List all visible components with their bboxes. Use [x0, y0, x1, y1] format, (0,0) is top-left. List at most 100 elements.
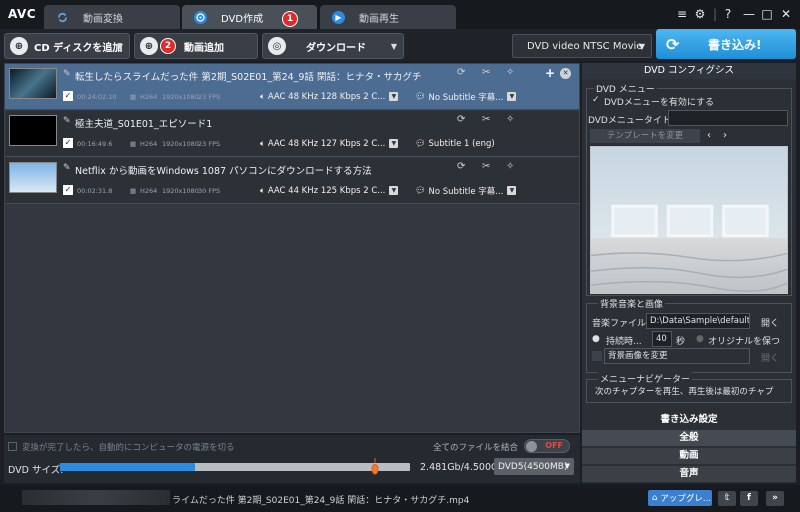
effect-icon[interactable]: ✧: [506, 161, 514, 172]
speaker-icon: 🔈︎: [260, 185, 266, 196]
chevron-down-icon[interactable]: ▼: [117, 42, 123, 51]
help-icon[interactable]: ?: [720, 7, 736, 21]
cut-icon[interactable]: ✂: [482, 67, 490, 78]
resolution: 1920x1080: [162, 140, 199, 148]
merge-toggle[interactable]: OFF: [524, 439, 570, 453]
open-music-button[interactable]: 開く: [761, 316, 779, 329]
chevron-down-icon[interactable]: ▼: [391, 42, 397, 51]
rotate-icon[interactable]: ⟳: [457, 67, 465, 78]
cut-icon[interactable]: ✂: [482, 114, 490, 125]
download-label: ダウンロード: [306, 42, 366, 54]
check-icon[interactable]: ✓: [592, 95, 600, 105]
speaker-icon: 🔈︎: [260, 138, 266, 149]
tab-video-convert[interactable]: 動画変換: [44, 5, 180, 29]
menu-icon[interactable]: ≡: [674, 7, 690, 21]
chevron-down-icon: ▼: [389, 139, 399, 148]
facebook-icon[interactable]: f: [740, 491, 758, 506]
open-bg-button[interactable]: 開く: [761, 351, 779, 364]
chevron-down-icon: ▼: [564, 462, 570, 470]
shutdown-checkbox[interactable]: [8, 442, 17, 451]
capacity-marker-icon[interactable]: [371, 458, 379, 475]
duration-input[interactable]: 40: [652, 331, 672, 347]
toggle-knob: [526, 441, 537, 452]
gear-icon[interactable]: ⚙: [692, 7, 708, 21]
burn-button[interactable]: ⟳ 書き込み!: [656, 29, 796, 59]
next-template-button[interactable]: ›: [718, 129, 732, 143]
film-icon: ▦: [130, 140, 137, 148]
file-title: 転生したらスライムだった件 第2期_S02E01_第24_9話 閑話：ヒナタ・サ…: [75, 72, 422, 83]
bg-music-legend: 背景音楽と画像: [598, 297, 666, 310]
general-section[interactable]: 全般: [582, 430, 796, 446]
menu-navigator-select[interactable]: 次のチャプターを再生、再生後は最初のチャプ: [592, 385, 786, 401]
audio-section[interactable]: 音声: [582, 466, 796, 482]
fps: 23 FPS: [198, 93, 221, 101]
film-add-icon: ⊕: [140, 37, 158, 55]
audio-track-select[interactable]: 🔈︎ AAC 48 KHz 127 Kbps 2 C... ▼: [260, 137, 399, 150]
disc-icon: [194, 10, 207, 24]
menu-navigator-legend: メニューナビゲーター: [598, 372, 693, 385]
fps: 23 FPS: [198, 140, 221, 148]
video-section[interactable]: 動画: [582, 448, 796, 464]
merge-label: 全てのファイルを結合: [433, 443, 519, 453]
subtitle-icon: 💬︎: [415, 185, 426, 196]
speaker-icon: 🔈︎: [260, 91, 266, 102]
radio-selected-icon[interactable]: ●: [592, 334, 600, 344]
download-button[interactable]: ◎ ダウンロード ▼: [262, 33, 404, 59]
edit-icon[interactable]: ✎: [63, 69, 71, 79]
remove-icon[interactable]: ✕: [560, 68, 571, 79]
file-row-2[interactable]: ✎ 極主夫道_S01E01_エピソード1 ✓ 00:16:49.6 ▦ H264…: [5, 111, 579, 157]
tab-video-play[interactable]: ▶ 動画再生: [320, 5, 456, 29]
audio-value: AAC 48 KHz 128 Kbps 2 C...: [267, 91, 386, 102]
add-video-button[interactable]: ⊕ 2 動画追加: [134, 33, 258, 59]
tab-label: 動画再生: [359, 13, 399, 25]
duration: 00:16:49.6: [77, 140, 113, 148]
menu-title-input[interactable]: [668, 110, 788, 126]
format-value: DVD video NTSC Movie: [527, 40, 643, 52]
upgrade-button[interactable]: ⌂ アップグレ...: [648, 490, 712, 506]
expand-button[interactable]: »: [766, 491, 784, 506]
audio-value: AAC 44 KHz 125 Kbps 2 C...: [267, 185, 386, 196]
minimize-icon[interactable]: —: [741, 7, 757, 21]
subtitle-select[interactable]: 💬︎ Subtitle 1 (eng): [415, 137, 495, 150]
change-template-button[interactable]: テンプレートを変更: [590, 129, 700, 143]
file-checkbox[interactable]: ✓: [63, 138, 73, 148]
file-checkbox[interactable]: ✓: [63, 91, 73, 101]
subtitle-select[interactable]: 💬︎ No Subtitle 字幕... ▼: [415, 184, 517, 197]
close-icon[interactable]: ✕: [778, 7, 794, 21]
disc-type-select[interactable]: DVD5(4500MB) ▼: [494, 458, 574, 475]
prev-template-button[interactable]: ‹: [702, 129, 716, 143]
twitter-icon[interactable]: 𝕥: [718, 491, 736, 506]
chevron-down-icon: ▼: [638, 42, 645, 51]
edit-icon[interactable]: ✎: [63, 163, 71, 173]
file-row-1[interactable]: ✎ 転生したらスライムだった件 第2期_S02E01_第24_9話 閑話：ヒナタ…: [5, 64, 579, 110]
maximize-icon[interactable]: □: [759, 7, 775, 21]
resolution: 1920x1080: [162, 93, 199, 101]
burn-label: 書き込み!: [708, 37, 762, 52]
blurred-region: [22, 490, 170, 505]
edit-icon[interactable]: ✎: [63, 116, 71, 126]
audio-track-select[interactable]: 🔈︎ AAC 48 KHz 128 Kbps 2 C... ▼: [260, 90, 399, 103]
add-cd-button[interactable]: ⊕ CD ディスクを追加 ▼: [4, 33, 130, 59]
duration: 00:24:02.10: [77, 93, 117, 101]
rotate-icon[interactable]: ⟳: [457, 114, 465, 125]
file-row-3[interactable]: ✎ Netflix から動画をWindows 1087 パソコンにダウンロードす…: [5, 158, 579, 204]
file-checkbox[interactable]: ✓: [63, 185, 73, 195]
duration: 00:02:31.8: [77, 187, 113, 195]
music-file-input[interactable]: D:\Data\Sample\default: [646, 313, 750, 329]
output-format-select[interactable]: DVD video NTSC Movie ▼: [512, 34, 652, 58]
add-icon[interactable]: +: [545, 66, 555, 80]
change-bg-checkbox[interactable]: [592, 351, 602, 361]
step-badge-1: 1: [282, 11, 298, 27]
rotate-icon[interactable]: ⟳: [457, 161, 465, 172]
dvd-size-fill: [60, 463, 195, 471]
subtitle-select[interactable]: 💬︎ No Subtitle 字幕... ▼: [415, 90, 517, 103]
audio-track-select[interactable]: 🔈︎ AAC 44 KHz 125 Kbps 2 C... ▼: [260, 184, 399, 197]
codec: H264: [140, 93, 158, 101]
effect-icon[interactable]: ✧: [506, 114, 514, 125]
change-bg-field[interactable]: 背景画像を変更: [604, 348, 750, 364]
effect-icon[interactable]: ✧: [506, 67, 514, 78]
video-thumbnail: [9, 162, 57, 193]
cut-icon[interactable]: ✂: [482, 161, 490, 172]
keep-original-label: オリジナルを保つ: [708, 337, 781, 347]
radio-unselected-icon[interactable]: ●: [696, 334, 704, 344]
